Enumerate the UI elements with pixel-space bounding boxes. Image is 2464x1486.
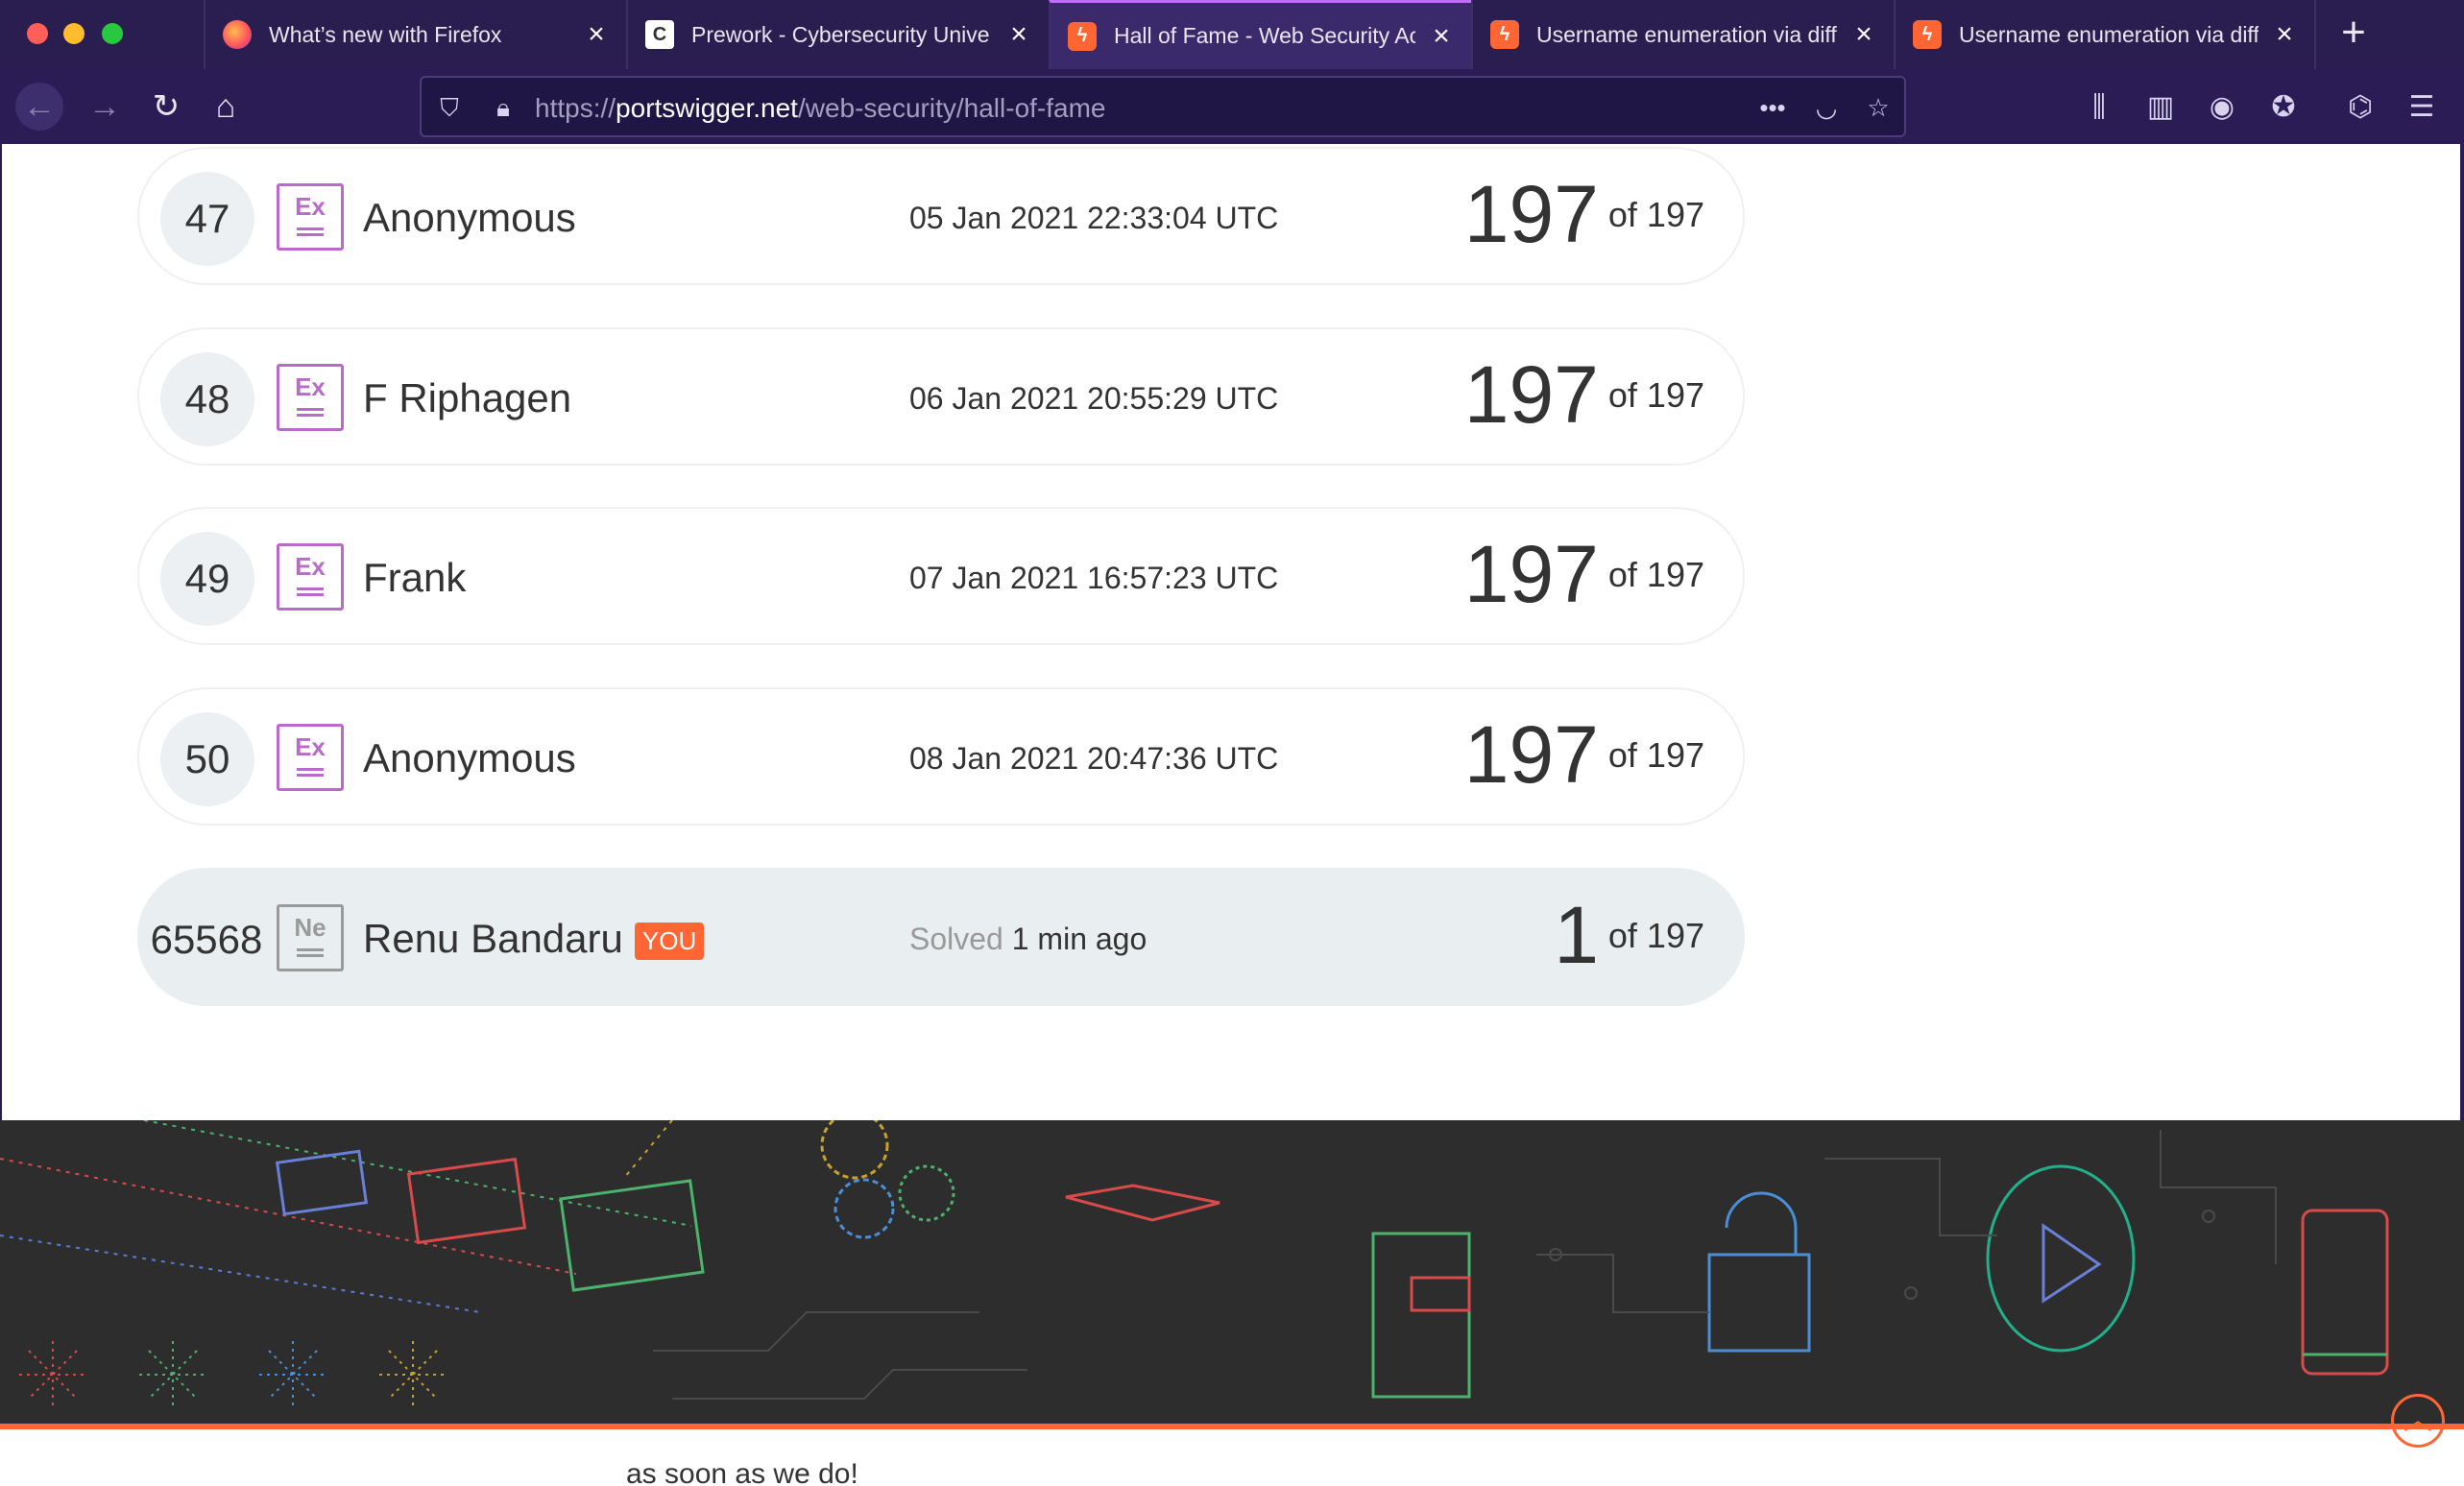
score: 197 of 197 <box>1464 528 1704 621</box>
score-total: of 197 <box>1607 194 1704 234</box>
score-value: 197 <box>1463 709 1599 800</box>
library-icon[interactable]: ⫼ <box>2080 88 2118 127</box>
tab-label: Username enumeration via diff <box>1959 21 2259 47</box>
level-badge-icon: Ex <box>277 364 344 431</box>
rank-circle: 50 <box>160 712 254 806</box>
score: 1 of 197 <box>1554 889 1704 982</box>
tab-label: Prework - Cybersecurity Unive <box>691 21 990 47</box>
close-icon[interactable]: × <box>1851 20 1876 49</box>
home-button[interactable]: ⌂ <box>202 83 250 131</box>
score: 197 of 197 <box>1464 168 1704 261</box>
score: 197 of 197 <box>1464 348 1704 442</box>
back-to-top-button[interactable]: ︿ <box>2391 1394 2445 1448</box>
close-icon[interactable]: × <box>584 20 609 49</box>
portswigger-icon: ϟ <box>1490 20 1519 49</box>
current-user-row: 65568 Ne Renu Bandaru YOU Solved 1 min ag… <box>137 868 1745 1006</box>
level-badge-icon: Ex <box>277 183 344 251</box>
sidebar-icon[interactable]: ▥ <box>2141 88 2180 127</box>
shield-icon[interactable]: ⛉ <box>433 91 466 124</box>
tab-label: Hall of Fame - Web Security Ac <box>1114 23 1415 48</box>
leaderboard-row: 49 Ex Frank 07 Jan 2021 16:57:23 UTC 197… <box>137 507 1745 645</box>
leaderboard-row: 50 Ex Anonymous 08 Jan 2021 20:47:36 UTC… <box>137 687 1745 826</box>
score-total: of 197 <box>1607 374 1704 415</box>
score-value: 197 <box>1463 529 1599 619</box>
score-value: 1 <box>1554 890 1599 980</box>
portswigger-icon: ϟ <box>1913 20 1942 49</box>
user-name: Anonymous <box>363 195 576 240</box>
level-badge-icon: Ex <box>277 724 344 791</box>
whats-new-gift-icon[interactable]: ⌬ <box>2341 88 2379 127</box>
score-total: of 197 <box>1607 915 1704 955</box>
level-badge-icon: Ex <box>277 543 344 611</box>
score: 197 of 197 <box>1464 708 1704 802</box>
close-icon[interactable]: × <box>2272 20 2297 49</box>
solved-date: 05 Jan 2021 22:33:04 UTC <box>909 201 1279 235</box>
tab-label: Username enumeration via diff <box>1536 21 1837 47</box>
page-actions-button[interactable]: ••• <box>1756 91 1789 124</box>
forward-button[interactable]: → <box>81 83 129 131</box>
user-name: Renu Bandaru YOU <box>363 916 705 962</box>
page-content: 47 Ex Anonymous 05 Jan 2021 22:33:04 UTC… <box>0 144 2464 1120</box>
rank-circle: 48 <box>160 352 254 446</box>
you-badge: YOU <box>634 923 705 961</box>
menu-icon[interactable]: ☰ <box>2403 88 2441 127</box>
close-icon[interactable]: × <box>1006 20 1031 49</box>
solved-date: 08 Jan 2021 20:47:36 UTC <box>909 741 1279 776</box>
zoom-window-button[interactable] <box>102 23 123 44</box>
leaderboard-row: 48 Ex F Riphagen 06 Jan 2021 20:55:29 UT… <box>137 327 1745 466</box>
footer-below: as soon as we do! <box>0 1429 2464 1486</box>
tab-firefox-whats-new[interactable]: What’s new with Firefox × <box>204 0 626 69</box>
solved-date: 07 Jan 2021 16:57:23 UTC <box>909 561 1279 595</box>
footer-artwork <box>0 1120 2389 1408</box>
tab-strip: What’s new with Firefox × C Prework - Cy… <box>0 0 2464 69</box>
tab-prework[interactable]: C Prework - Cybersecurity Unive × <box>626 0 1049 69</box>
footer-illustration <box>0 1120 2464 1426</box>
reload-button[interactable]: ↻ <box>142 83 190 131</box>
account-icon[interactable]: ◉ <box>2203 88 2241 127</box>
pocket-icon[interactable]: ◡ <box>1810 91 1843 124</box>
rank-number: 65568 <box>150 917 263 962</box>
tab-label: What’s new with Firefox <box>269 21 502 47</box>
back-button[interactable]: ← <box>15 83 63 131</box>
tab-hall-of-fame[interactable]: ϟ Hall of Fame - Web Security Ac × <box>1049 0 1471 69</box>
url-text[interactable]: https://portswigger.net/web-security/hal… <box>535 93 1106 124</box>
rank-circle: 47 <box>160 172 254 266</box>
lock-icon[interactable]: 🔒︎ <box>487 91 519 124</box>
score-total: of 197 <box>1607 554 1704 594</box>
leaderboard-row: 47 Ex Anonymous 05 Jan 2021 22:33:04 UTC… <box>137 147 1745 285</box>
score-total: of 197 <box>1607 734 1704 775</box>
user-name: Frank <box>363 555 467 600</box>
minimize-window-button[interactable] <box>63 23 85 44</box>
navigation-toolbar: ← → ↻ ⌂ ⛉ 🔒︎ https://portswigger.net/web… <box>0 69 2464 144</box>
url-bar[interactable]: ⛉ 🔒︎ https://portswigger.net/web-securit… <box>420 76 1906 137</box>
tab-username-enumeration-1[interactable]: ϟ Username enumeration via diff × <box>1471 0 1894 69</box>
user-name: Anonymous <box>363 735 576 780</box>
new-tab-button[interactable]: + <box>2314 0 2391 69</box>
user-name: F Riphagen <box>363 375 572 420</box>
firefox-icon <box>223 20 252 49</box>
prework-icon: C <box>645 20 674 49</box>
footer-partial-text: as soon as we do! <box>626 1458 858 1486</box>
solved-time: Solved 1 min ago <box>909 922 1147 956</box>
tab-username-enumeration-2[interactable]: ϟ Username enumeration via diff × <box>1894 0 2314 69</box>
portswigger-icon: ϟ <box>1068 21 1097 51</box>
score-value: 197 <box>1463 349 1599 440</box>
close-window-button[interactable] <box>27 23 48 44</box>
bookmark-star-icon[interactable]: ☆ <box>1862 91 1895 124</box>
level-badge-icon: Ne <box>277 904 344 971</box>
score-value: 197 <box>1463 169 1599 259</box>
solved-date: 06 Jan 2021 20:55:29 UTC <box>909 381 1279 416</box>
extension-icon[interactable]: ✪ <box>2264 88 2303 127</box>
close-icon[interactable]: × <box>1429 21 1454 50</box>
rank-circle: 49 <box>160 532 254 626</box>
